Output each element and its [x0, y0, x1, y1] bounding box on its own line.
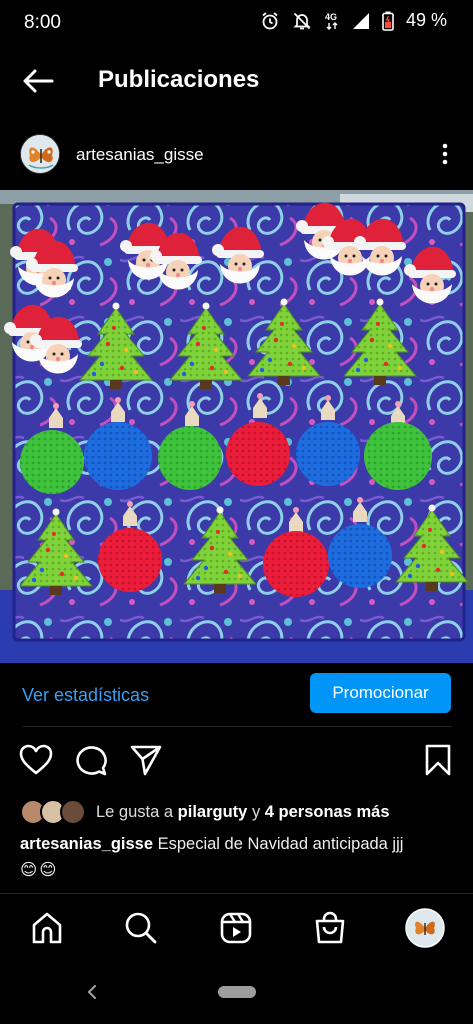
- caption-username[interactable]: artesanias_gisse: [20, 835, 153, 853]
- chevron-left-icon: [87, 984, 97, 1000]
- status-bar: 8:00 4G 49 %: [0, 0, 473, 44]
- post-actions: [0, 742, 473, 782]
- heart-icon: [19, 744, 53, 775]
- nav-shop[interactable]: [310, 908, 350, 948]
- comment-button[interactable]: [73, 742, 109, 778]
- more-vertical-icon: [442, 143, 448, 165]
- likes-summary[interactable]: Le gusta a pilarguty y 4 personas más: [20, 798, 460, 826]
- battery-percent: 49 %: [405, 10, 447, 30]
- smile-emoji: 😊: [20, 861, 38, 879]
- nav-profile[interactable]: [405, 908, 445, 948]
- post-caption: artesanias_gisse Especial de Navidad ant…: [20, 832, 460, 882]
- status-icons: 4G 49 %: [260, 10, 447, 31]
- likes-text: Le gusta a pilarguty y 4 personas más: [96, 803, 390, 822]
- avatar: [60, 799, 86, 825]
- likes-connector: y: [251, 802, 261, 821]
- share-button[interactable]: [128, 742, 164, 778]
- home-icon: [32, 912, 62, 944]
- likes-others[interactable]: 4 personas más: [265, 803, 390, 821]
- bottom-nav: [0, 893, 473, 961]
- butterfly-logo-icon: [21, 135, 59, 173]
- status-time: 8:00: [24, 12, 61, 33]
- caption-emojis: 😊 😊: [20, 858, 460, 882]
- liker-username[interactable]: pilarguty: [178, 803, 248, 821]
- shop-icon: [315, 911, 345, 944]
- nav-reels[interactable]: [216, 908, 256, 948]
- network-label: 4G: [325, 12, 337, 22]
- reels-icon: [220, 912, 252, 944]
- profile-avatar: [405, 908, 445, 948]
- caption-text: Especial de Navidad anticipada jjj: [157, 835, 404, 853]
- promote-button[interactable]: Promocionar: [310, 673, 451, 713]
- like-button[interactable]: [18, 742, 54, 778]
- search-icon: [125, 912, 157, 944]
- nav-home[interactable]: [27, 908, 67, 948]
- share-icon: [130, 745, 162, 776]
- view-insights-link[interactable]: Ver estadísticas: [22, 685, 149, 706]
- mute-icon: [293, 12, 311, 29]
- smile-emoji: 😊: [39, 861, 57, 879]
- battery-icon: [382, 11, 394, 31]
- post-image[interactable]: [0, 190, 473, 663]
- liker-avatars: [20, 799, 88, 825]
- comment-icon: [76, 746, 107, 776]
- system-back-button[interactable]: [84, 981, 100, 1003]
- system-navigation: [0, 965, 473, 1024]
- save-button[interactable]: [420, 742, 456, 778]
- avatar[interactable]: [20, 134, 60, 174]
- bookmark-icon: [425, 744, 451, 776]
- post-username[interactable]: artesanias_gisse: [76, 145, 204, 165]
- home-gesture-pill[interactable]: [218, 986, 256, 998]
- signal-icon: [352, 12, 369, 29]
- nav-search[interactable]: [121, 908, 161, 948]
- ornaments-photo: [0, 190, 473, 663]
- post-menu-button[interactable]: [441, 142, 449, 166]
- post-header: artesanias_gisse: [0, 130, 473, 178]
- back-button[interactable]: [20, 64, 56, 98]
- network-4g-icon: 4G: [325, 12, 338, 30]
- insights-row: Ver estadísticas Promocionar: [0, 672, 473, 720]
- arrow-left-icon: [23, 69, 54, 93]
- page-title: Publicaciones: [98, 66, 260, 93]
- alarm-icon: [262, 11, 278, 29]
- app-header: Publicaciones: [0, 52, 473, 110]
- likes-prefix: Le gusta a: [96, 802, 174, 821]
- divider: [22, 726, 452, 727]
